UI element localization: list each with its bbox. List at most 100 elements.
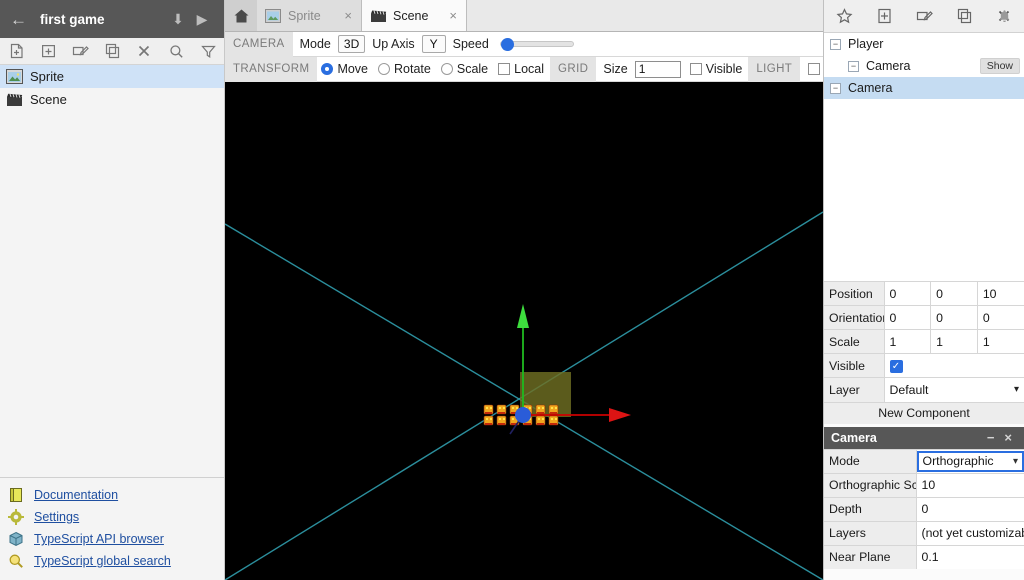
table-row: Position 0 0 10 <box>824 281 1024 306</box>
link-documentation[interactable]: Documentation <box>8 484 224 506</box>
collapse-icon[interactable]: − <box>830 38 841 50</box>
tree-label: Camera <box>866 59 911 73</box>
position-y-value[interactable]: 0 <box>930 281 978 306</box>
image-tab-icon <box>265 8 281 23</box>
close-icon[interactable]: × <box>999 430 1017 445</box>
tree-item-player-camera[interactable]: − Camera Show <box>824 55 1024 77</box>
grid-visible-checkbox[interactable]: Visible <box>686 62 749 76</box>
light-checkbox[interactable] <box>800 63 830 75</box>
book-icon <box>8 487 26 503</box>
transform-option-move[interactable]: Move <box>317 62 374 76</box>
delete-icon[interactable] <box>128 38 160 64</box>
orientation-z-value[interactable]: 0 <box>977 305 1024 330</box>
property-key: Depth <box>824 496 917 521</box>
depth-value[interactable]: 0 <box>916 496 1024 521</box>
tab-bar-filler <box>467 0 823 31</box>
tree-label: Player <box>848 37 884 51</box>
gizmo-origin-handle[interactable] <box>515 407 531 423</box>
asset-item-scene[interactable]: Scene <box>0 88 224 111</box>
right-panel: − Player − Camera Show − Camera Position… <box>823 0 1024 580</box>
link-settings[interactable]: Settings <box>8 506 224 528</box>
download-icon[interactable]: ⬇ <box>166 11 190 28</box>
layer-value: Default <box>889 382 929 397</box>
table-row: Mode Orthographic ▾ <box>824 448 1024 473</box>
camera-component-table: Mode Orthographic ▾ Orthographic Scale 1… <box>824 448 1024 569</box>
camera-speed-slider[interactable] <box>496 38 584 51</box>
chevron-down-icon: ▾ <box>1012 455 1018 467</box>
collapse-icon[interactable]: − <box>848 60 859 72</box>
viewport-background <box>225 82 823 580</box>
image-asset-icon <box>6 69 23 84</box>
new-file-icon[interactable] <box>0 38 32 64</box>
duplicate-actor-icon[interactable] <box>948 1 980 31</box>
table-row: Scale 1 1 1 <box>824 329 1024 354</box>
new-actor-icon[interactable] <box>868 1 900 31</box>
camera-toolbar: CAMERA Mode 3D Up Axis Y Speed <box>225 31 823 57</box>
duplicate-icon[interactable] <box>96 38 128 64</box>
slider-track <box>499 38 574 51</box>
tab-scene[interactable]: Scene × <box>362 0 467 31</box>
project-bar: ← first game ⬇ ▶ <box>0 0 224 38</box>
chevron-down-icon: ▾ <box>1013 384 1019 396</box>
search-icon[interactable] <box>160 38 192 64</box>
center-area: Sprite × Scene × CAMERA Mode 3D Up Axis … <box>225 0 823 580</box>
project-title: first game <box>40 11 105 27</box>
collapse-icon[interactable]: − <box>830 82 841 94</box>
minimize-icon[interactable]: − <box>982 430 1000 445</box>
near-plane-value[interactable]: 0.1 <box>916 544 1024 569</box>
position-x-value[interactable]: 0 <box>884 281 932 306</box>
layer-select[interactable]: Default ▾ <box>884 377 1024 402</box>
show-button[interactable]: Show <box>979 58 1020 74</box>
new-component-button[interactable]: New Component <box>824 401 1024 424</box>
camera-group-label: CAMERA <box>225 31 293 57</box>
left-links: Documentation Settings TypeScript API br… <box>0 477 224 580</box>
tree-label: Camera <box>848 81 893 95</box>
tab-bar: Sprite × Scene × <box>225 0 823 32</box>
grid-size-input[interactable] <box>634 60 681 78</box>
scene-viewport[interactable] <box>225 82 823 580</box>
property-key: Orientation <box>824 305 885 330</box>
back-arrow-icon[interactable]: ← <box>10 11 34 28</box>
close-icon[interactable]: × <box>344 9 352 22</box>
asset-item-sprite[interactable]: Sprite <box>0 65 224 88</box>
home-icon[interactable] <box>225 0 257 31</box>
option-label: Move <box>337 62 369 76</box>
option-label: Rotate <box>394 62 431 76</box>
link-typescript-api-browser[interactable]: TypeScript API browser <box>8 528 224 550</box>
close-icon[interactable]: × <box>449 9 457 22</box>
property-key: Visible <box>824 353 885 378</box>
orientation-y-value[interactable]: 0 <box>930 305 978 330</box>
scale-y-value[interactable]: 1 <box>930 329 978 354</box>
new-folder-icon[interactable] <box>32 38 64 64</box>
clapperboard-asset-icon <box>6 92 23 107</box>
tab-sprite[interactable]: Sprite × <box>257 0 362 31</box>
transform-option-scale[interactable]: Scale <box>437 62 494 76</box>
transform-option-rotate[interactable]: Rotate <box>374 62 437 76</box>
tree-item-player[interactable]: − Player <box>824 33 1024 55</box>
scale-x-value[interactable]: 1 <box>884 329 932 354</box>
camera-mode-value: Orthographic <box>922 454 994 468</box>
table-row: Orthographic Scale 10 <box>824 472 1024 497</box>
transform-local-checkbox[interactable]: Local <box>494 62 550 76</box>
checkbox-icon <box>689 63 702 75</box>
new-prefab-icon[interactable] <box>828 1 860 31</box>
slider-knob[interactable] <box>500 38 514 51</box>
visible-checkbox-cell[interactable]: ✓ <box>884 353 1024 378</box>
link-typescript-global-search[interactable]: TypeScript global search <box>8 550 224 572</box>
camera-mode-button[interactable]: 3D <box>337 35 366 53</box>
scale-z-value[interactable]: 1 <box>977 329 1024 354</box>
local-label: Local <box>514 62 545 76</box>
orientation-x-value[interactable]: 0 <box>884 305 932 330</box>
layers-value: (not yet customizable) <box>916 520 1024 545</box>
filter-icon[interactable] <box>192 38 224 64</box>
checkbox-checked-icon[interactable]: ✓ <box>889 360 903 374</box>
orthographic-scale-value[interactable]: 10 <box>916 472 1024 497</box>
tree-item-camera[interactable]: − Camera <box>824 77 1024 99</box>
bell-icon[interactable] <box>992 4 1016 28</box>
play-icon[interactable]: ▶ <box>190 11 214 28</box>
rename-actor-icon[interactable] <box>908 1 940 31</box>
camera-mode-select[interactable]: Orthographic ▾ <box>916 448 1024 473</box>
camera-up-axis-button[interactable]: Y <box>421 35 446 53</box>
position-z-value[interactable]: 10 <box>977 281 1024 306</box>
rename-icon[interactable] <box>64 38 96 64</box>
